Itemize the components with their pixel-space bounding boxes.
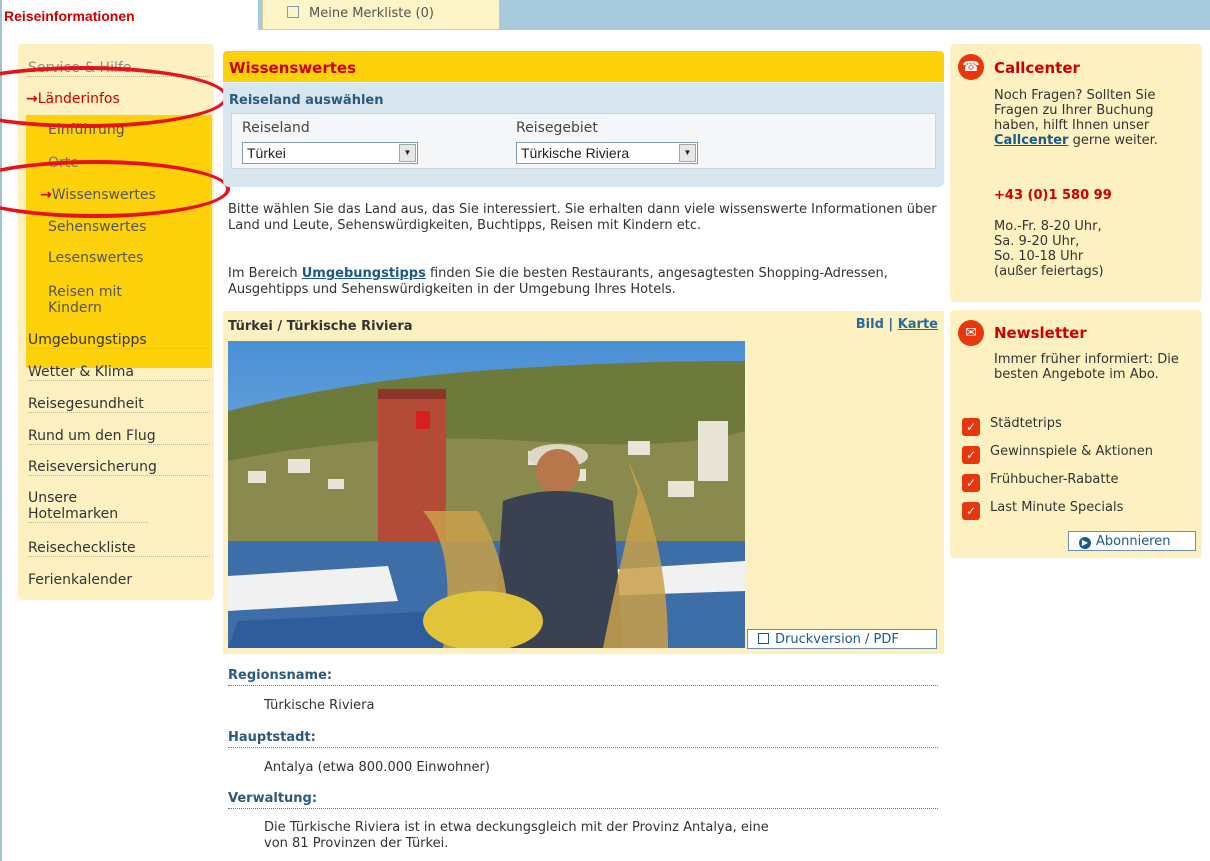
chevron-down-icon[interactable]: ▼ (399, 144, 416, 162)
section-label-regionsname: Regionsname: (228, 668, 938, 686)
page-left-border (0, 0, 6, 861)
subscribe-button[interactable]: ▶ Abonnieren (1068, 531, 1196, 551)
callcenter-hours-3: So. 10-18 Uhr (994, 249, 1084, 264)
checkbox-checked-icon: ✓ (962, 502, 980, 520)
country-select-value: Türkei (247, 145, 286, 161)
sidebar-item-hotelmarken[interactable]: Unsere Hotelmarken (28, 490, 148, 523)
subitem-reisen-mit-kindern[interactable]: Reisen mit Kindern (48, 284, 168, 316)
region-select[interactable]: Türkische Riviera ▼ (516, 142, 698, 164)
select-inner-box: Reiseland Türkei ▼ Reisegebiet Türkische… (231, 113, 936, 169)
site-section-title: Reiseinformationen (4, 8, 135, 24)
checkbox-checked-icon: ✓ (962, 418, 980, 436)
envelope-icon: ✉ (958, 320, 984, 346)
left-sidebar: Service & Hilfe →Länderinfos Einführung … (18, 44, 214, 600)
karte-link[interactable]: Karte (898, 317, 938, 332)
page-title-bar: Wissenswertes (223, 51, 944, 82)
bild-link[interactable]: Bild (856, 317, 884, 332)
callcenter-text: Noch Fragen? Sollten Sie Fragen zu Ihrer… (994, 88, 1158, 148)
region-image-panel: Türkei / Türkische Riviera Bild | Karte (223, 311, 944, 654)
newsletter-item[interactable]: ✓ Städtetrips (962, 416, 1062, 436)
region-photo (228, 341, 745, 648)
callcenter-box: ☎ Callcenter Noch Fragen? Sollten Sie Fr… (950, 44, 1202, 302)
newsletter-item[interactable]: ✓ Last Minute Specials (962, 500, 1123, 520)
callcenter-title: Callcenter (994, 59, 1080, 77)
submenu-block (26, 115, 212, 368)
section-text-hauptstadt: Antalya (etwa 800.000 Einwohner) (264, 760, 490, 775)
arrow-right-circle-icon: ▶ (1079, 537, 1091, 549)
print-pdf-button[interactable]: Druckversion / PDF (747, 629, 937, 649)
select-panel-title: Reiseland auswählen (229, 93, 384, 108)
newsletter-title: Newsletter (994, 324, 1087, 342)
sidebar-item-reiseversicherung[interactable]: Reiseversicherung (28, 459, 210, 476)
page-title: Wissenswertes (229, 59, 357, 77)
callcenter-hours-1: Mo.-Fr. 8-20 Uhr, (994, 219, 1102, 234)
sidebar-item-umgebungstipps[interactable]: Umgebungstipps (28, 332, 210, 349)
callcenter-link[interactable]: Callcenter (994, 133, 1068, 148)
chevron-down-icon[interactable]: ▼ (679, 144, 696, 162)
region-label: Reisegebiet (516, 120, 598, 136)
umgebungstipps-paragraph: Im Bereich Umgebungstipps finden Sie die… (228, 266, 888, 297)
subitem-lesenswertes[interactable]: Lesenswertes (48, 250, 208, 266)
print-icon (758, 633, 769, 644)
newsletter-text: Immer früher informiert: Die besten Ange… (994, 352, 1179, 382)
merkliste-label: Meine Merkliste (0) (309, 6, 434, 21)
checkbox-checked-icon: ✓ (962, 446, 980, 464)
country-label: Reiseland (242, 120, 310, 136)
sidebar-item-flug[interactable]: Rund um den Flug (28, 428, 210, 445)
checkbox-checked-icon: ✓ (962, 474, 980, 492)
section-label-hauptstadt: Hauptstadt: (228, 730, 938, 748)
subitem-sehenswertes[interactable]: Sehenswertes (48, 219, 208, 235)
newsletter-box: ✉ Newsletter Immer früher informiert: Di… (950, 310, 1202, 558)
merkliste-tab[interactable]: Meine Merkliste (0) (262, 0, 500, 30)
section-text-regionsname: Türkische Riviera (264, 698, 375, 713)
newsletter-item[interactable]: ✓ Frühbucher-Rabatte (962, 472, 1119, 492)
callcenter-hours-2: Sa. 9-20 Uhr, (994, 234, 1080, 249)
country-select-panel: Reiseland auswählen Reiseland Türkei ▼ R… (223, 83, 944, 187)
phone-icon: ☎ (958, 54, 984, 80)
section-label-verwaltung: Verwaltung: (228, 791, 938, 809)
intro-paragraph: Bitte wählen Sie das Land aus, das Sie i… (228, 202, 937, 233)
newsletter-item[interactable]: ✓ Gewinnspiele & Aktionen (962, 444, 1153, 464)
fisherman-harbor-image (228, 341, 745, 648)
image-view-links: Bild | Karte (855, 317, 938, 332)
umgebungstipps-link[interactable]: Umgebungstipps (302, 266, 426, 281)
section-text-verwaltung: Die Türkische Riviera ist in etwa deckun… (264, 820, 769, 851)
region-select-value: Türkische Riviera (521, 145, 630, 161)
callcenter-phone: +43 (0)1 580 99 (994, 188, 1112, 203)
image-panel-title: Türkei / Türkische Riviera (228, 319, 413, 334)
sidebar-item-wetter[interactable]: Wetter & Klima (28, 364, 210, 381)
sidebar-item-ferienkalender[interactable]: Ferienkalender (28, 572, 210, 588)
country-select[interactable]: Türkei ▼ (242, 142, 418, 164)
callcenter-hours-4: (außer feiertags) (994, 264, 1104, 279)
sidebar-item-reisegesundheit[interactable]: Reisegesundheit (28, 396, 210, 413)
checklist-icon (287, 6, 299, 18)
sidebar-item-reisecheckliste[interactable]: Reisecheckliste (28, 540, 210, 557)
